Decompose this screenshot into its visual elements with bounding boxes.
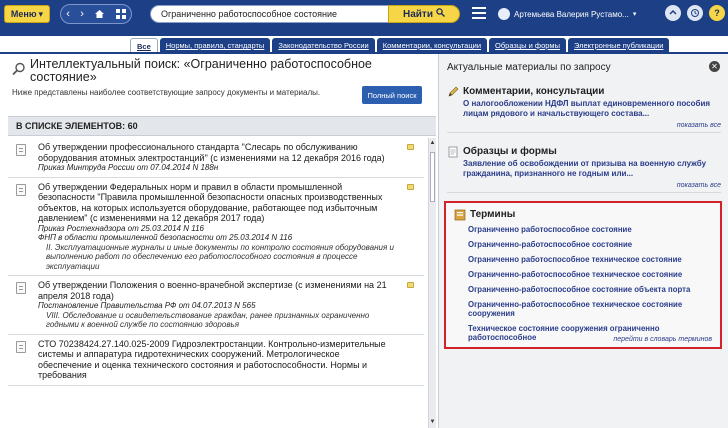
item-meta: Приказ Ростехнадзора от 25.03.2014 N 116 xyxy=(38,223,204,233)
close-icon[interactable]: ✕ xyxy=(709,61,720,72)
term-link[interactable]: Ограниченно-работоспособное состояние xyxy=(468,240,718,249)
related-materials-title: Актуальные материалы по запросу xyxy=(447,62,611,73)
grid-icon[interactable] xyxy=(115,9,126,19)
item-title[interactable]: Об утверждении Федеральных норм и правил… xyxy=(38,182,394,224)
terms-list: Ограниченно работоспособное состояние Ог… xyxy=(468,225,718,348)
home-icon[interactable] xyxy=(94,9,105,19)
full-search-button[interactable]: Полный поиск xyxy=(362,86,422,104)
forms-section: Образцы и формы Заявление об освобождени… xyxy=(447,146,721,193)
document-icon xyxy=(16,183,26,196)
term-link[interactable]: Ограниченно-работоспособное техническое … xyxy=(468,300,718,318)
hamburger-menu-icon[interactable] xyxy=(472,7,486,19)
document-icon xyxy=(447,146,459,158)
terms-section: Термины Ограниченно работоспособное сост… xyxy=(444,201,722,349)
menu-button[interactable]: Меню ▾ xyxy=(4,5,50,23)
item-title[interactable]: Об утверждении профессионального стандар… xyxy=(38,142,394,163)
list-item[interactable]: Об утверждении профессионального стандар… xyxy=(8,138,424,178)
help-icon[interactable]: ? xyxy=(709,5,725,21)
results-scrollbar[interactable]: ▲ ▼ xyxy=(428,138,436,428)
show-all-link[interactable]: показать все xyxy=(447,182,721,193)
search-icon xyxy=(436,8,445,20)
search-button-label: Найти xyxy=(403,8,433,20)
term-link[interactable]: Ограниченно-работоспособное техническое … xyxy=(468,270,718,279)
consultations-title: Комментарии, консультации xyxy=(463,86,605,97)
settings-icon[interactable] xyxy=(665,5,681,21)
top-right-icons: ? xyxy=(665,5,725,21)
book-icon xyxy=(454,209,466,221)
chevron-down-icon: ▾ xyxy=(38,8,44,19)
user-menu[interactable]: Артемьева Валерия Рустамо... ▾ xyxy=(498,5,658,23)
list-item[interactable]: СТО 70238424.27.140.025-2009 Гидроэлектр… xyxy=(8,335,424,386)
term-link[interactable]: Ограниченно работоспособное техническое … xyxy=(468,255,718,264)
navigation-group: ‹ › xyxy=(60,4,132,24)
scroll-up-icon[interactable]: ▲ xyxy=(429,140,436,147)
consultation-link[interactable]: О налогообложении НДФЛ выплат единовреме… xyxy=(447,99,721,119)
search-results-panel: Интеллектуальный поиск: «Ограниченно раб… xyxy=(8,54,436,428)
consultations-section: Комментарии, консультации О налогообложе… xyxy=(447,86,721,133)
list-item[interactable]: Об утверждении Положения о военно-врачеб… xyxy=(8,276,424,335)
term-link[interactable]: Ограниченно работоспособное состояние xyxy=(468,225,718,234)
page-description: Ниже представлены наиболее соответствующ… xyxy=(12,88,321,97)
terms-title: Термины xyxy=(454,209,516,221)
back-arrow-icon[interactable]: ‹ xyxy=(66,8,70,20)
search-icon xyxy=(12,62,26,76)
show-all-link[interactable]: показать все xyxy=(447,122,721,133)
search-button[interactable]: Найти xyxy=(388,5,460,23)
note-icon[interactable] xyxy=(407,144,414,150)
item-title[interactable]: СТО 70238424.27.140.025-2009 Гидроэлектр… xyxy=(38,339,394,381)
document-icon xyxy=(16,340,26,353)
form-link[interactable]: Заявление об освобождении от призыва на … xyxy=(447,159,721,179)
search-input[interactable]: Ограниченно работоспособное состояние xyxy=(150,5,390,23)
forward-arrow-icon[interactable]: › xyxy=(80,8,84,20)
clock-icon[interactable] xyxy=(687,5,703,21)
scroll-down-icon[interactable]: ▼ xyxy=(429,419,436,426)
chevron-down-icon: ▾ xyxy=(632,11,637,18)
results-count: В СПИСКЕ ЭЛЕМЕНТОВ: 60 xyxy=(8,116,436,136)
page-title: Интеллектуальный поиск: «Ограниченно раб… xyxy=(30,57,372,84)
forms-title: Образцы и формы xyxy=(463,146,557,157)
item-meta: Приказ Минтруда России от 07.04.2014 N 1… xyxy=(38,163,219,172)
item-title[interactable]: Об утверждении Положения о военно-врачеб… xyxy=(38,280,394,301)
terms-heading: Термины xyxy=(470,209,516,220)
scroll-thumb[interactable] xyxy=(430,152,435,202)
user-name: Артемьева Валерия Рустамо... xyxy=(514,9,629,19)
list-item[interactable]: Об утверждении Федеральных норм и правил… xyxy=(8,178,424,276)
section-title: Комментарии, консультации xyxy=(447,86,721,97)
item-subsection[interactable]: II. Эксплуатационные журналы и иные доку… xyxy=(38,243,394,272)
document-icon xyxy=(16,144,26,156)
section-title: Образцы и формы xyxy=(447,146,721,158)
menu-label: Меню xyxy=(10,9,37,19)
note-icon[interactable] xyxy=(407,183,414,190)
item-subsection[interactable]: VIII. Обследование и освидетельствование… xyxy=(38,311,394,330)
item-meta: Постановление Правительства РФ от 04.07.… xyxy=(38,301,256,310)
top-toolbar: Меню ▾ ‹ › Ограниченно работоспособное с… xyxy=(0,0,728,36)
item-meta-secondary: ФНП в области промышленной безопасности … xyxy=(38,233,293,242)
results-list: Об утверждении профессионального стандар… xyxy=(8,138,424,428)
pencil-icon xyxy=(447,86,459,98)
term-link[interactable]: Ограниченно-работоспособное состояние об… xyxy=(468,285,718,294)
terms-dictionary-link[interactable]: перейти в словарь терминов xyxy=(613,336,712,343)
document-icon xyxy=(16,282,26,294)
user-avatar-icon xyxy=(498,8,510,20)
note-icon[interactable] xyxy=(407,282,414,288)
